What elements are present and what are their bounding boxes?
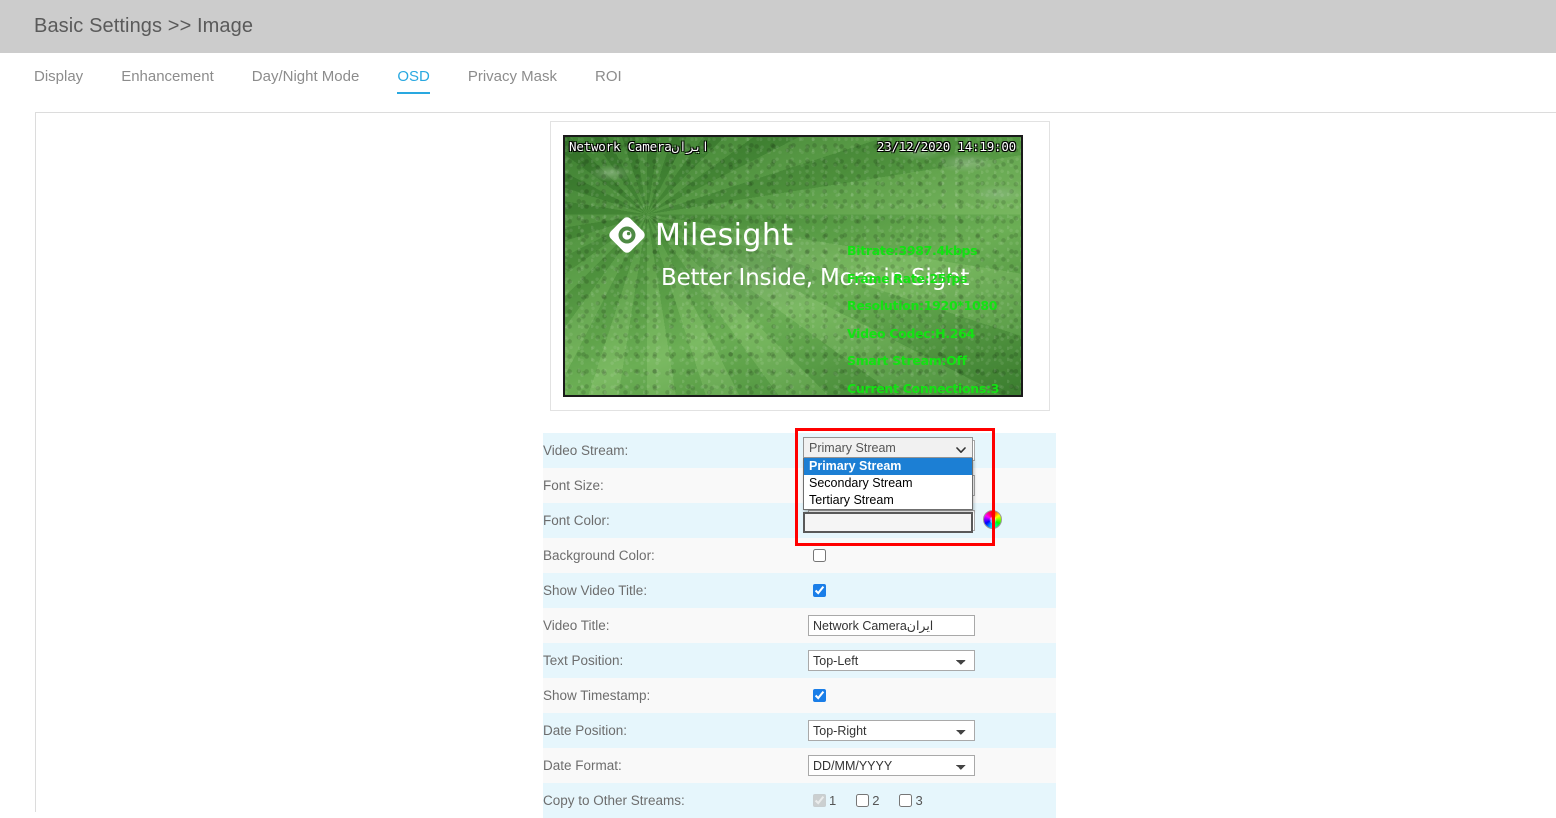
tab-display[interactable]: Display — [34, 68, 83, 90]
show-timestamp-checkbox[interactable] — [813, 689, 826, 702]
label-date-format: Date Format: — [543, 758, 622, 773]
label-show-video-title: Show Video Title: — [543, 583, 648, 598]
table-row-background-color: Background Color: — [543, 538, 1056, 573]
video-stream-option-list[interactable]: Primary Stream Secondary Stream Tertiary… — [803, 458, 973, 510]
value-video-title — [808, 608, 1056, 643]
label-show-timestamp: Show Timestamp: — [543, 688, 651, 703]
stat-current-connections: Current Connections:3 — [847, 380, 1000, 396]
brand-name: Milesight — [655, 217, 794, 253]
osd-timestamp-overlay: 23/12/2020 14:19:00 — [876, 139, 1016, 154]
value-date-format: DD/MM/YYYY — [808, 748, 1056, 783]
table-row-video-stream: Video Stream: Primary Stream — [543, 433, 1056, 468]
stat-video-codec: Video Codec:H.264 — [847, 325, 975, 341]
font-color-input-underlay[interactable] — [803, 512, 973, 533]
table-row-video-title: Video Title: — [543, 608, 1056, 643]
tab-roi[interactable]: ROI — [595, 68, 622, 90]
tab-osd[interactable]: OSD — [397, 68, 430, 94]
option-primary-stream[interactable]: Primary Stream — [804, 458, 972, 475]
label-background-color: Background Color: — [543, 548, 655, 563]
table-row-date-format: Date Format: DD/MM/YYYY — [543, 748, 1056, 783]
value-show-video-title — [808, 573, 1056, 608]
label-font-color: Font Color: — [543, 513, 610, 528]
video-preview[interactable]: Network Cameraایران 23/12/2020 14:19:00 — [563, 135, 1023, 397]
table-row-show-timestamp: Show Timestamp: — [543, 678, 1056, 713]
tab-day-night-mode[interactable]: Day/Night Mode — [252, 68, 360, 90]
chevron-down-icon — [956, 444, 966, 453]
video-stream-selected-value: Primary Stream — [809, 440, 896, 455]
table-row-text-position: Text Position: Top-Left — [543, 643, 1056, 678]
tab-privacy-mask[interactable]: Privacy Mask — [468, 68, 557, 90]
tab-enhancement[interactable]: Enhancement — [121, 68, 214, 90]
label-video-title: Video Title: — [543, 618, 610, 633]
label-video-stream: Video Stream: — [543, 443, 629, 458]
content-panel: Network Cameraایران 23/12/2020 14:19:00 — [35, 112, 1556, 818]
stream-stats-overlay: Bitrate:3987.4kbps Frame Rate:25fps Reso… — [847, 243, 1000, 396]
stat-frame-rate: Frame Rate:25fps — [847, 270, 968, 286]
table-row-font-color: Font Color: — [543, 503, 1056, 538]
option-tertiary-stream[interactable]: Tertiary Stream — [804, 492, 972, 509]
color-wheel-icon[interactable] — [983, 510, 1002, 529]
label-date-position: Date Position: — [543, 723, 628, 738]
label-text-position: Text Position: — [543, 653, 624, 668]
date-position-select[interactable]: Top-Right — [808, 720, 975, 741]
label-font-size: Font Size: — [543, 478, 604, 493]
osd-settings-table: Video Stream: Primary Stream Font Size: … — [543, 433, 1056, 818]
value-text-position: Top-Left — [808, 643, 1056, 678]
video-stream-dropdown-open[interactable]: Primary Stream Primary Stream Secondary … — [803, 437, 973, 533]
video-title-input[interactable] — [808, 615, 975, 636]
video-stream-dropdown-trigger[interactable]: Primary Stream — [803, 437, 973, 458]
breadcrumb: Basic Settings >> Image — [34, 15, 254, 37]
value-date-position: Top-Right — [808, 713, 1056, 748]
value-show-timestamp — [808, 678, 1056, 713]
value-background-color — [808, 538, 1056, 573]
table-row-date-position: Date Position: Top-Right — [543, 713, 1056, 748]
video-preview-panel: Network Cameraایران 23/12/2020 14:19:00 — [550, 121, 1050, 411]
show-video-title-checkbox[interactable] — [813, 584, 826, 597]
background-color-checkbox[interactable] — [813, 549, 826, 562]
date-format-select[interactable]: DD/MM/YYYY — [808, 755, 975, 776]
stat-smart-stream: Smart Stream:Off — [847, 353, 967, 368]
stat-bitrate: Bitrate:3987.4kbps — [847, 243, 978, 258]
osd-video-title-overlay: Network Cameraایران — [569, 139, 710, 154]
milesight-logo-icon — [609, 217, 645, 253]
stat-resolution: Resolution:1920*1080 — [847, 298, 998, 313]
breadcrumb-bar: Basic Settings >> Image — [0, 0, 1556, 53]
option-secondary-stream[interactable]: Secondary Stream — [804, 475, 972, 492]
table-row-font-size: Font Size: — [543, 468, 1056, 503]
tab-bar: Display Enhancement Day/Night Mode OSD P… — [0, 53, 1556, 106]
text-position-select[interactable]: Top-Left — [808, 650, 975, 671]
table-row-show-video-title: Show Video Title: — [543, 573, 1056, 608]
